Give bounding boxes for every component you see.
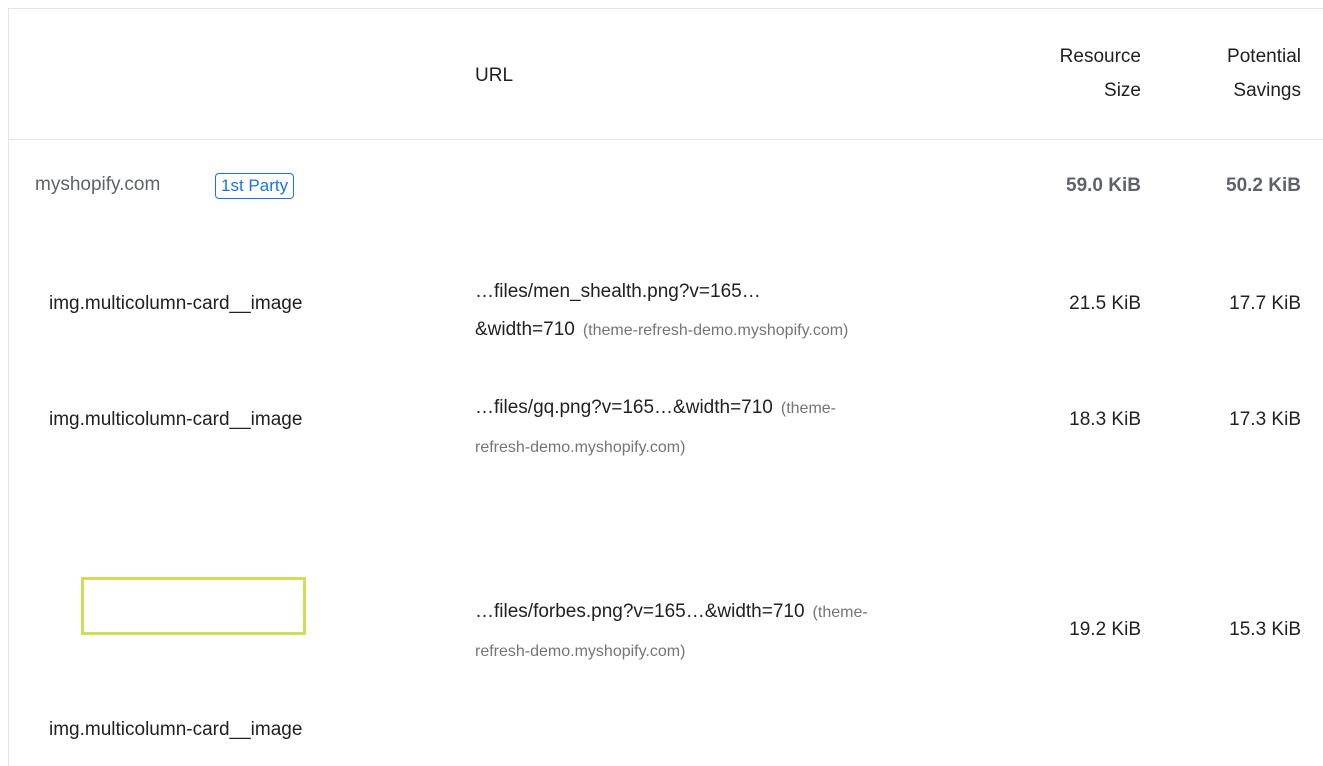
url-host-continued: refresh-demo.myshopify.com) xyxy=(475,632,1005,671)
column-header-resource-size[interactable]: Resource Size xyxy=(1011,40,1141,108)
entity-group-row: myshopify.com 1st Party 59.0 KiB 50.2 Ki… xyxy=(9,171,1323,201)
url-text: …files/gq.png?v=165…&width=710 xyxy=(475,397,773,418)
url-host-continued: refresh-demo.myshopify.com) xyxy=(475,428,1005,467)
url-host-part: refresh-demo.myshopify.com) xyxy=(475,439,686,456)
column-header-url[interactable]: URL xyxy=(475,65,513,87)
url-host: (theme-refresh-demo.myshopify.com) xyxy=(582,322,849,339)
url-host-part: refresh-demo.myshopify.com) xyxy=(475,643,686,660)
group-potential-savings: 50.2 KiB xyxy=(1226,175,1301,196)
url-text: &width=710 xyxy=(475,319,575,340)
resource-size: 19.2 KiB xyxy=(1069,619,1141,640)
column-header-potential-savings-line2: Savings xyxy=(1233,80,1301,101)
potential-savings: 15.3 KiB xyxy=(1229,619,1301,640)
group-resource-size: 59.0 KiB xyxy=(1066,175,1141,196)
resource-size: 18.3 KiB xyxy=(1069,409,1141,430)
potential-savings: 17.3 KiB xyxy=(1229,409,1301,430)
audit-table: URL Resource Size Potential Savings mysh… xyxy=(8,8,1323,766)
url-line-with-host: …files/gq.png?v=165…&width=710 (theme- xyxy=(475,389,1005,428)
node-selector[interactable]: img.multicolumn-card__image xyxy=(49,293,302,315)
url-line-with-host: …files/forbes.png?v=165…&width=710 (theme… xyxy=(475,593,1005,632)
column-header-potential-savings-line1: Potential xyxy=(1227,46,1301,67)
node-selector[interactable]: img.multicolumn-card__image xyxy=(49,409,302,431)
entity-name: myshopify.com xyxy=(35,174,161,195)
image-thumbnail xyxy=(81,577,306,635)
url-host-part: (theme- xyxy=(780,400,836,417)
node-selector[interactable]: img.multicolumn-card__image xyxy=(49,719,302,741)
potential-savings: 17.7 KiB xyxy=(1229,293,1301,314)
column-header-resource-size-line1: Resource xyxy=(1059,46,1141,67)
column-header-potential-savings[interactable]: Potential Savings xyxy=(1161,40,1301,108)
url-host-part: (theme- xyxy=(812,604,868,621)
resource-url[interactable]: …files/gq.png?v=165…&width=710 (theme- re… xyxy=(475,389,1005,467)
column-header-resource-size-line2: Size xyxy=(1104,80,1141,101)
first-party-badge: 1st Party xyxy=(215,173,295,199)
url-line: …files/men_shealth.png?v=165… xyxy=(475,281,761,302)
resource-size: 21.5 KiB xyxy=(1069,293,1141,314)
resource-url[interactable]: …files/men_shealth.png?v=165… &width=710… xyxy=(475,273,1005,350)
resource-url[interactable]: …files/forbes.png?v=165…&width=710 (theme… xyxy=(475,593,1005,671)
url-text: …files/forbes.png?v=165…&width=710 xyxy=(475,601,805,622)
table-header: URL Resource Size Potential Savings xyxy=(9,9,1323,140)
url-line-with-host: &width=710 (theme-refresh-demo.myshopify.… xyxy=(475,311,1005,350)
